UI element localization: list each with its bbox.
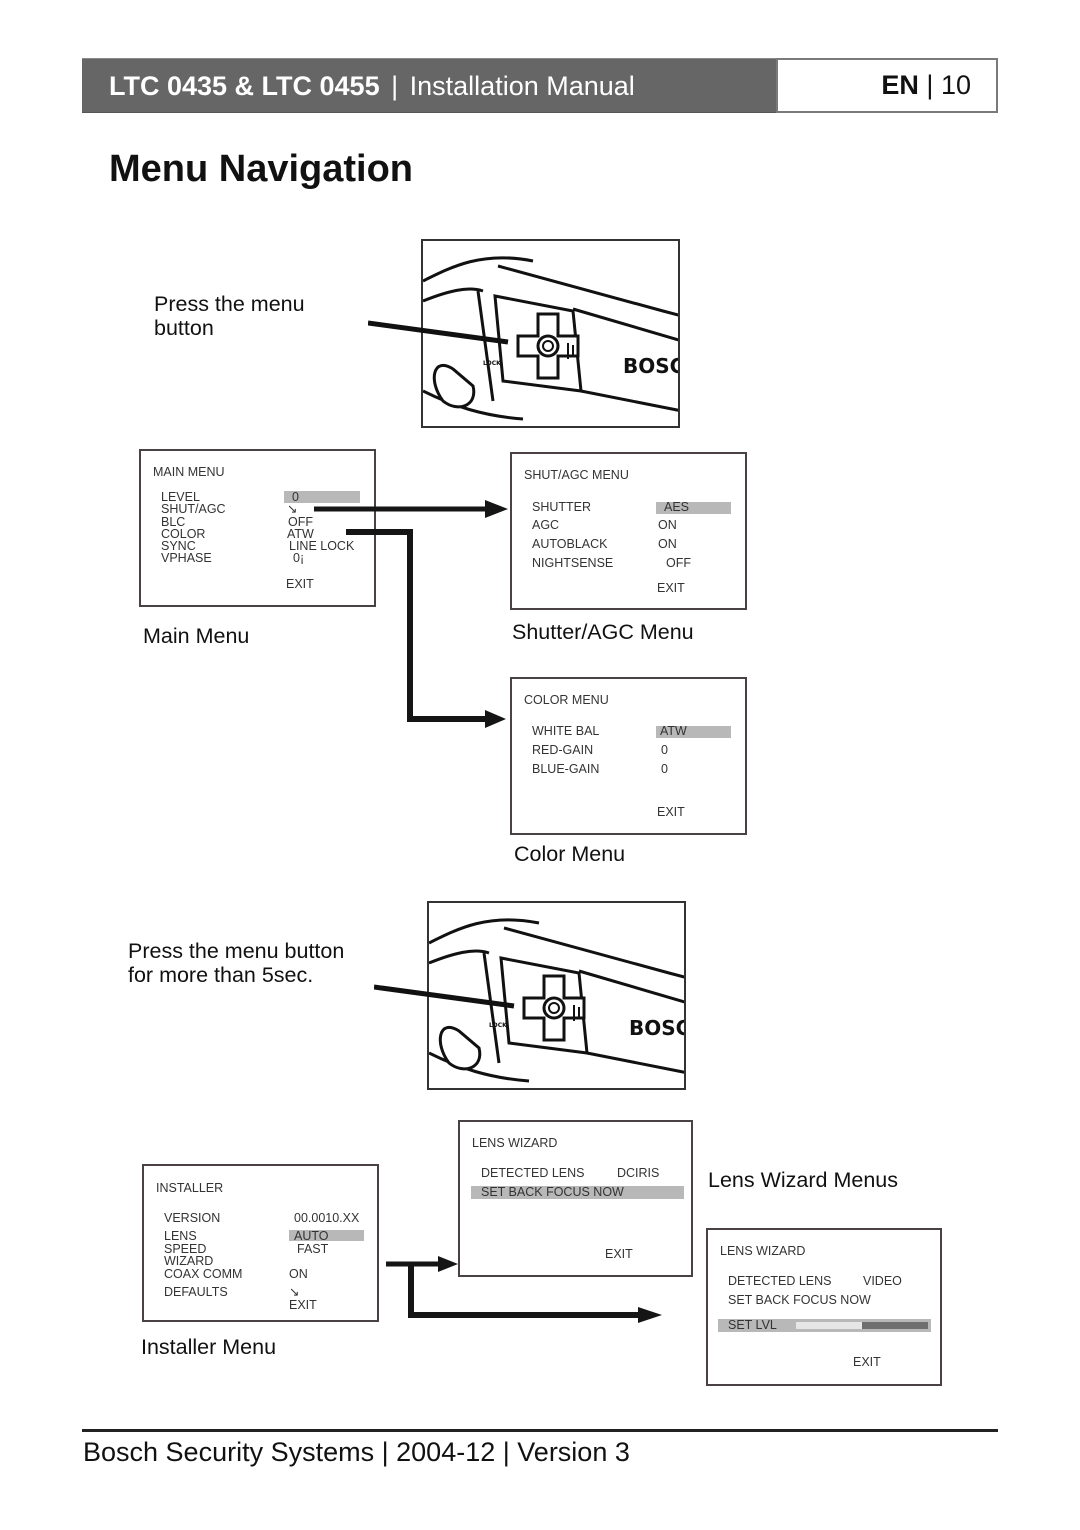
header-separator: | (926, 70, 934, 100)
menu-item-label: NIGHTSENSE (532, 556, 614, 570)
pointer-line (373, 984, 524, 1019)
caption-color-menu: Color Menu (514, 842, 626, 866)
osd-shut-agc-menu: SHUT/AGC MENU SHUTTER AES AGC ON AUTOBLA… (510, 452, 747, 610)
osd-color-menu: COLOR MENU WHITE BAL ATW RED-GAIN 0 BLUE… (510, 677, 747, 835)
doc-type: Installation Manual (409, 71, 635, 101)
menu-item-value: FAST (297, 1242, 329, 1256)
menu-item-value: 0 (661, 762, 668, 776)
arrow-to-lens-wizard-dciris (386, 1256, 458, 1272)
menu-item-value: ON (658, 537, 677, 551)
menu-item-label: DEFAULTS (164, 1285, 228, 1299)
footer-divider (82, 1429, 998, 1432)
menu-item-value: AES (664, 500, 690, 514)
caption-main-menu: Main Menu (143, 624, 250, 648)
menu-item-label: SET LVL (728, 1318, 777, 1332)
menu-item-value: 0 (661, 743, 668, 757)
language-code: EN (881, 70, 919, 100)
footer-date: 2004-12 (396, 1437, 496, 1467)
page-title: Menu Navigation (109, 148, 414, 190)
header-title-bar: LTC 0435 & LTC 0455 | Installation Manua… (82, 58, 776, 113)
menu-item-value: OFF (666, 556, 691, 570)
footer-separator: | (502, 1437, 510, 1467)
caption-installer-menu: Installer Menu (141, 1335, 277, 1359)
lock-label: LOCK (489, 1022, 507, 1029)
header-separator: | (391, 71, 399, 101)
menu-item-value: ATW (660, 724, 687, 738)
menu-item-label: WHITE BAL (532, 724, 600, 738)
header-page-info: EN | 10 (776, 58, 998, 113)
menu-exit: EXIT (605, 1247, 633, 1261)
menu-item-value: 00.0010.XX (294, 1211, 360, 1225)
osd-lens-wizard-dciris: LENS WIZARD DETECTED LENS DCIRIS SET BAC… (458, 1120, 693, 1277)
osd-title: MAIN MENU (153, 465, 225, 479)
menu-item-label: COAX COMM (164, 1267, 243, 1281)
footer-company: Bosch Security Systems (83, 1437, 375, 1467)
footer-version: Version 3 (517, 1437, 630, 1467)
page-footer: Bosch Security Systems | 2004-12 | Versi… (83, 1437, 630, 1468)
caption-line: Press the menu button (128, 939, 345, 963)
caption-line: button (154, 316, 214, 340)
lock-label: LOCK (483, 360, 501, 367)
osd-title: LENS WIZARD (720, 1244, 806, 1258)
footer-separator: | (381, 1437, 389, 1467)
menu-item-label: VERSION (164, 1211, 221, 1225)
menu-item-label: SHUTTER (532, 500, 592, 514)
level-bar-fill (796, 1322, 862, 1329)
caption-press-menu-long: Press the menu button for more than 5sec… (128, 939, 344, 987)
menu-item-label: AGC (532, 518, 560, 532)
menu-item-label: BLUE-GAIN (532, 762, 600, 776)
osd-title: SHUT/AGC MENU (524, 468, 629, 482)
arrow-to-color (346, 529, 506, 728)
menu-item-label: RED-GAIN (532, 743, 594, 757)
caption-line: Press the menu (154, 292, 305, 316)
menu-exit: EXIT (657, 805, 685, 819)
osd-installer-menu: INSTALLER VERSION 00.0010.XX LENS AUTO S… (142, 1164, 379, 1322)
menu-item-label: DETECTED LENS (481, 1166, 585, 1180)
osd-lens-wizard-video: LENS WIZARD DETECTED LENS VIDEO SET BACK… (706, 1228, 942, 1386)
arrow-to-shutagc (314, 500, 508, 518)
pointer-line (367, 320, 518, 355)
caption-lens-wizard-menus: Lens Wizard Menus (708, 1168, 898, 1192)
menu-exit: EXIT (657, 581, 685, 595)
menu-exit: EXIT (289, 1298, 317, 1312)
caption-line: for more than 5sec. (128, 963, 314, 987)
page-number: 10 (940, 70, 971, 100)
menu-item-label: SET BACK FOCUS NOW (728, 1293, 871, 1307)
menu-item-label: SET BACK FOCUS NOW (481, 1185, 624, 1199)
flow-arrows (314, 500, 508, 728)
level-bar (796, 1322, 928, 1329)
page-header: LTC 0435 & LTC 0455 | Installation Manua… (82, 58, 998, 113)
menu-item-label: VPHASE (161, 551, 212, 565)
menu-item-value: ON (658, 518, 677, 532)
osd-title: LENS WIZARD (472, 1136, 558, 1150)
menu-item-label: DETECTED LENS (728, 1274, 832, 1288)
menu-item-value: VIDEO (863, 1274, 902, 1288)
product-name: LTC 0435 & LTC 0455 (109, 71, 380, 101)
camera-brand: BOSC (623, 354, 680, 378)
caption-shutter-agc-menu: Shutter/AGC Menu (512, 620, 694, 644)
menu-item-value: ON (289, 1267, 308, 1281)
menu-item-label: AUTOBLACK (532, 537, 608, 551)
caption-press-menu: Press the menu button (154, 292, 305, 340)
menu-item-value: DCIRIS (617, 1166, 660, 1180)
camera-brand: BOSC (629, 1016, 686, 1040)
osd-title: COLOR MENU (524, 693, 609, 707)
menu-exit: EXIT (853, 1355, 881, 1369)
osd-title: INSTALLER (156, 1181, 224, 1195)
